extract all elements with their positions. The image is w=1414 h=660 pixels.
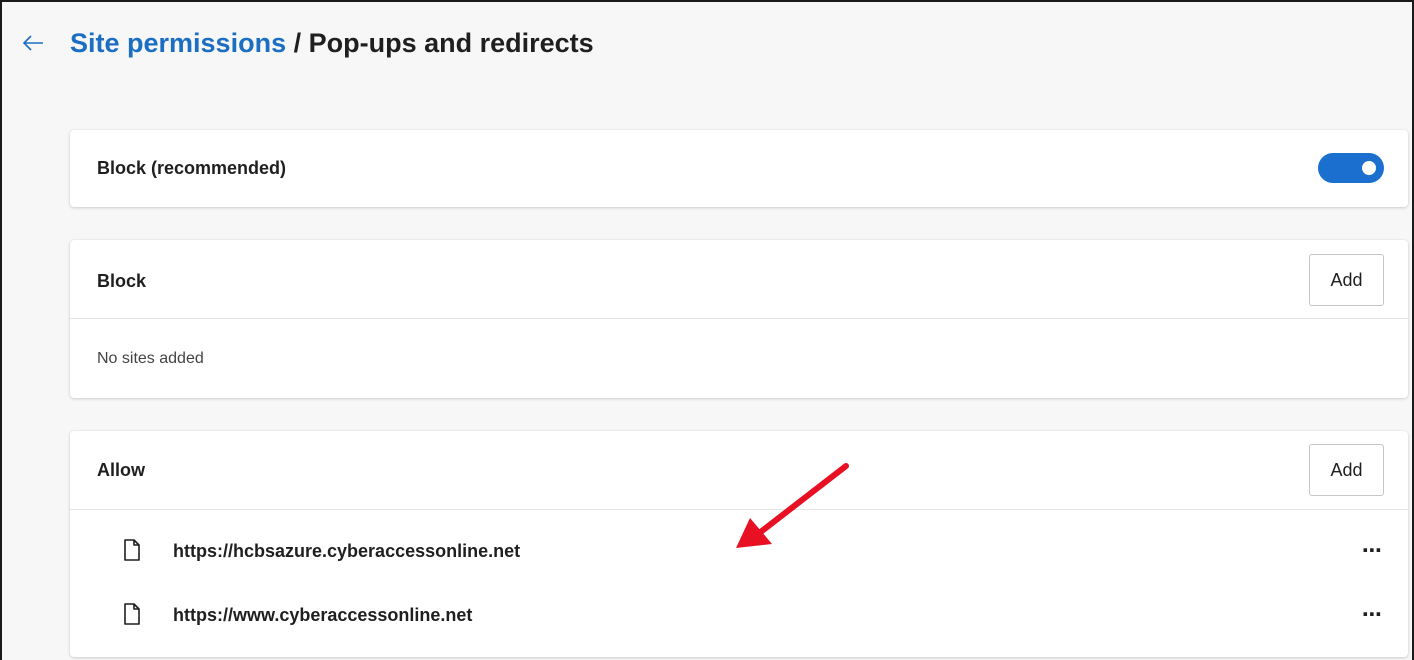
breadcrumb-site-permissions-link[interactable]: Site permissions — [70, 28, 286, 58]
toggle-knob — [1362, 161, 1376, 175]
breadcrumb: Site permissions / Pop-ups and redirects — [70, 26, 594, 60]
document-icon — [124, 539, 140, 561]
allow-section-label: Allow — [97, 460, 145, 480]
arrow-left-icon — [22, 35, 43, 51]
block-recommended-card: Block (recommended) — [70, 130, 1408, 207]
list-item: https://hcbsazure.cyberaccessonline.net … — [70, 521, 1408, 581]
block-recommended-toggle[interactable] — [1318, 153, 1384, 183]
breadcrumb-separator: / — [286, 28, 309, 58]
block-recommended-label: Block (recommended) — [97, 158, 287, 178]
more-actions-button[interactable]: ⋯ — [1354, 599, 1390, 629]
block-empty-text: No sites added — [97, 350, 204, 367]
allow-divider — [70, 509, 1408, 510]
settings-page: Site permissions / Pop-ups and redirects… — [0, 0, 1414, 660]
more-horizontal-icon: ⋯ — [1362, 603, 1382, 626]
site-url: https://hcbsazure.cyberaccessonline.net — [173, 541, 521, 561]
allow-list-card: Allow Add https://hcbsazure.cyberaccesso… — [70, 431, 1408, 657]
more-horizontal-icon: ⋯ — [1362, 539, 1382, 562]
page-title: Pop-ups and redirects — [308, 28, 594, 58]
list-item: https://www.cyberaccessonline.net ⋯ — [70, 585, 1408, 645]
block-list-card: Block Add No sites added — [70, 240, 1408, 398]
back-button[interactable] — [16, 26, 50, 60]
block-section-label: Block — [97, 271, 147, 291]
block-divider — [70, 318, 1408, 319]
block-add-button[interactable]: Add — [1309, 254, 1384, 306]
allow-add-button[interactable]: Add — [1309, 444, 1384, 496]
page-header: Site permissions / Pop-ups and redirects — [2, 20, 1412, 66]
document-icon — [124, 603, 140, 625]
site-url: https://www.cyberaccessonline.net — [173, 605, 473, 625]
more-actions-button[interactable]: ⋯ — [1354, 535, 1390, 565]
